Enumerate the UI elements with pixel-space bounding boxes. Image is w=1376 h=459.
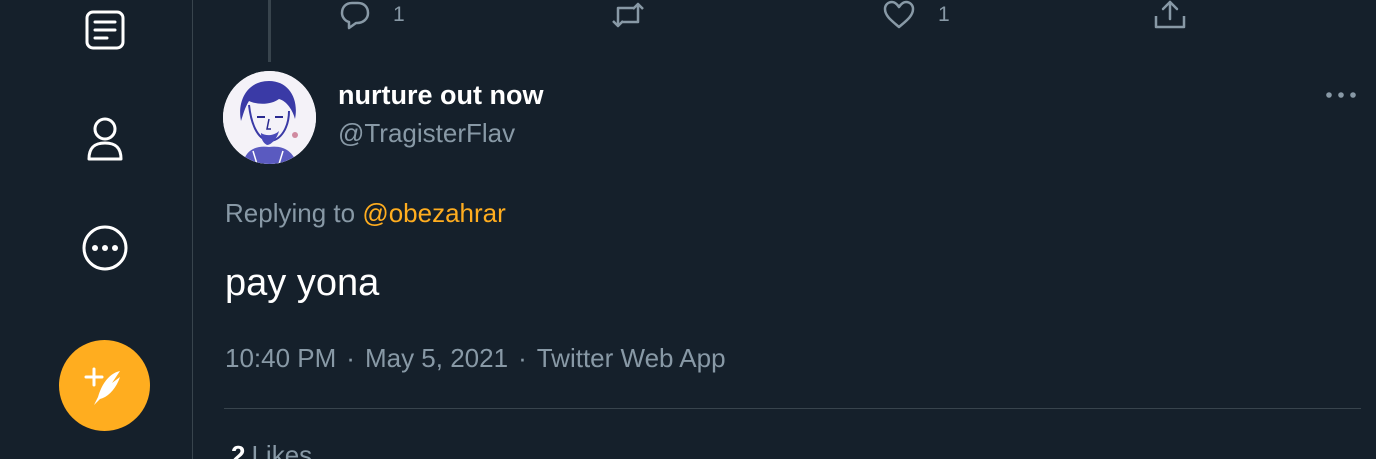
retweet-icon bbox=[612, 2, 644, 28]
tweet-thread: 1 1 nurture out now @TragisterFlav Reply… bbox=[193, 0, 1376, 459]
lists-icon bbox=[85, 10, 125, 50]
avatar[interactable] bbox=[223, 71, 316, 164]
meta-separator: · bbox=[346, 343, 355, 373]
reply-icon bbox=[340, 1, 370, 30]
app-window: 1 1 nurture out now @TragisterFlav Reply… bbox=[0, 0, 1376, 459]
replying-to-line: Replying to @obezahrar bbox=[225, 198, 506, 229]
likes-summary-link[interactable]: 2 Likes bbox=[231, 440, 312, 459]
tweet-text: pay yona bbox=[225, 262, 380, 304]
share-button[interactable] bbox=[1153, 0, 1187, 30]
likes-count: 2 bbox=[231, 440, 246, 459]
replying-to-mention[interactable]: @obezahrar bbox=[362, 198, 505, 228]
user-handle[interactable]: @TragisterFlav bbox=[338, 118, 515, 149]
tweet-source[interactable]: Twitter Web App bbox=[537, 343, 726, 373]
like-icon bbox=[883, 0, 915, 29]
tweet-time[interactable]: 10:40 PM bbox=[225, 343, 336, 373]
reply-button[interactable]: 1 bbox=[339, 0, 405, 30]
tweet-more-button[interactable] bbox=[1319, 80, 1363, 110]
avatar-sketch-image bbox=[223, 71, 316, 164]
compose-tweet-button[interactable] bbox=[59, 340, 150, 431]
more-icon bbox=[82, 225, 128, 271]
meta-separator: · bbox=[518, 343, 527, 373]
likes-label: Likes bbox=[251, 440, 313, 459]
more-horizontal-icon bbox=[1326, 92, 1356, 98]
sidebar-item-lists[interactable] bbox=[81, 6, 129, 54]
sidebar-item-more[interactable] bbox=[81, 224, 129, 272]
like-count: 1 bbox=[938, 3, 950, 26]
compose-tweet-icon bbox=[84, 367, 120, 405]
profile-icon bbox=[87, 117, 123, 161]
share-icon bbox=[1154, 0, 1186, 29]
tweet-metadata: 10:40 PM · May 5, 2021 · Twitter Web App bbox=[225, 343, 726, 374]
thread-connector-line bbox=[268, 0, 271, 62]
like-button[interactable]: 1 bbox=[882, 0, 950, 30]
sidebar-item-profile[interactable] bbox=[81, 115, 129, 163]
content-divider bbox=[224, 408, 1361, 409]
tweet-date[interactable]: May 5, 2021 bbox=[365, 343, 508, 373]
replying-to-label: Replying to bbox=[225, 198, 356, 228]
display-name[interactable]: nurture out now bbox=[338, 80, 543, 111]
sidebar bbox=[0, 0, 192, 459]
retweet-button[interactable] bbox=[610, 0, 668, 30]
reply-count: 1 bbox=[393, 3, 405, 26]
